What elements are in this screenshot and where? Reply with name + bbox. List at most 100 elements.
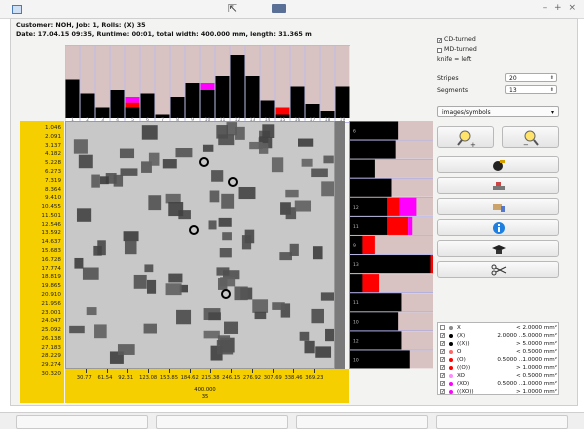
defect-marker[interactable] [311,168,328,178]
defect-marker[interactable] [299,331,310,341]
defect-marker[interactable] [221,193,235,209]
defect-marker[interactable] [117,344,135,355]
defect-ring-marker[interactable] [228,177,238,187]
defect-marker[interactable] [298,138,314,147]
legend-checkbox[interactable]: ✓ [440,373,445,379]
defect-marker[interactable] [272,302,285,310]
defect-marker[interactable] [124,240,137,255]
taskbar-item[interactable] [16,415,148,429]
defect-marker[interactable] [120,168,138,176]
defect-marker[interactable] [315,346,332,358]
defect-marker[interactable] [271,157,284,173]
legend-checkbox[interactable]: ✓ [440,357,445,363]
legend-row[interactable]: ✓ (X) 2.0000 ... 5.0000 mm² [438,332,560,340]
paint-button[interactable] [437,198,559,215]
defect-marker[interactable] [285,207,297,220]
defect-marker[interactable] [234,286,248,301]
defect-marker[interactable] [323,155,334,164]
defect-ring-marker[interactable] [221,289,231,299]
defect-marker[interactable] [73,139,88,154]
legend-row[interactable]: ✓ ((X)) > 5.0000 mm² [438,340,560,348]
defect-marker[interactable] [262,124,275,138]
defect-marker[interactable] [144,264,154,273]
defect-marker[interactable] [148,195,162,211]
defect-marker[interactable] [165,283,182,296]
defect-marker[interactable] [91,174,100,188]
legend-row[interactable]: ✓ (XO) 0.5000 ... 1.0000 mm² [438,380,560,388]
scissors-button[interactable] [437,261,559,278]
defect-marker[interactable] [285,189,299,198]
defect-marker[interactable] [94,324,107,339]
defect-marker[interactable] [208,312,221,321]
legend-checkbox[interactable]: ✓ [440,389,445,395]
taskbar-item[interactable] [436,415,568,429]
defect-marker[interactable] [252,299,269,313]
defect-marker[interactable] [203,330,220,339]
defect-marker[interactable] [211,170,224,182]
defect-marker[interactable] [254,311,267,320]
defect-ring-marker[interactable] [189,225,199,235]
defect-marker[interactable] [123,231,139,242]
defect-marker[interactable] [99,176,109,185]
defect-marker[interactable] [86,307,97,316]
defect-marker[interactable] [216,340,234,355]
legend-row[interactable]: ✓ XO < 0.5000 mm² [438,372,560,380]
defect-marker[interactable] [304,340,315,354]
taskbar-item[interactable] [156,415,288,429]
defect-marker[interactable] [82,267,99,280]
defect-marker[interactable] [311,308,324,324]
defect-marker[interactable] [78,154,93,169]
defect-marker[interactable] [133,274,147,289]
legend-checkbox[interactable]: ✓ [440,333,445,339]
defect-marker[interactable] [219,248,232,258]
defect-marker[interactable] [320,292,334,301]
defect-marker[interactable] [222,232,232,241]
defect-marker[interactable] [146,279,157,294]
defect-marker[interactable] [69,325,85,334]
legend-checkbox[interactable]: ✓ [440,341,445,347]
defect-marker[interactable] [216,267,230,276]
defect-marker[interactable] [321,181,335,197]
defect-marker[interactable] [301,158,313,167]
defect-marker[interactable] [220,277,236,287]
defect-marker[interactable] [93,245,102,256]
defect-marker[interactable] [168,273,183,283]
spin-arrows-icon[interactable]: ⬍ [550,74,554,83]
view-mode-select[interactable]: images/symbols ▾ [437,106,559,117]
legend-checkbox[interactable]: ✓ [440,365,445,371]
defect-marker[interactable] [235,126,245,140]
defect-marker[interactable] [74,257,84,269]
slider-button[interactable] [437,177,559,194]
defect-map[interactable] [65,121,335,369]
defect-marker[interactable] [141,125,158,140]
defect-marker[interactable] [76,208,92,222]
defect-marker[interactable] [162,159,177,169]
defect-marker[interactable] [208,220,217,230]
info-button[interactable] [437,219,559,236]
cd-turned-checkbox[interactable]: ✓ [437,38,442,44]
defect-marker[interactable] [224,321,239,334]
legend-row[interactable]: ✓ ((XO)) > 1.0000 mm² [438,388,560,396]
defect-marker[interactable] [279,252,292,261]
taskbar-item[interactable] [296,415,428,429]
defect-marker[interactable] [119,148,135,159]
defect-marker[interactable] [165,193,181,204]
legend-checkbox[interactable]: ✓ [440,381,445,387]
graduation-button[interactable] [437,240,559,257]
defect-marker[interactable] [218,217,232,227]
legend-checkbox[interactable] [440,325,445,330]
legend-row[interactable]: X < 2.0000 mm² [438,324,560,332]
defect-marker[interactable] [325,328,335,342]
zoom-in-button[interactable]: + [437,126,494,149]
defect-marker[interactable] [176,309,192,325]
defect-marker[interactable] [202,144,214,152]
segments-spinbox[interactable]: 13 ⬍ [505,85,557,94]
defect-marker[interactable] [238,186,256,200]
defect-marker[interactable] [216,125,228,139]
legend-row[interactable]: ✓ ((O)) > 1.0000 mm² [438,364,560,372]
legend-row[interactable]: ✓ O < 0.5000 mm² [438,348,560,356]
stripes-spinbox[interactable]: 20 ⬍ [505,73,557,82]
defect-marker[interactable] [294,200,312,212]
bomb-button[interactable] [437,156,559,173]
defect-marker[interactable] [241,235,252,250]
